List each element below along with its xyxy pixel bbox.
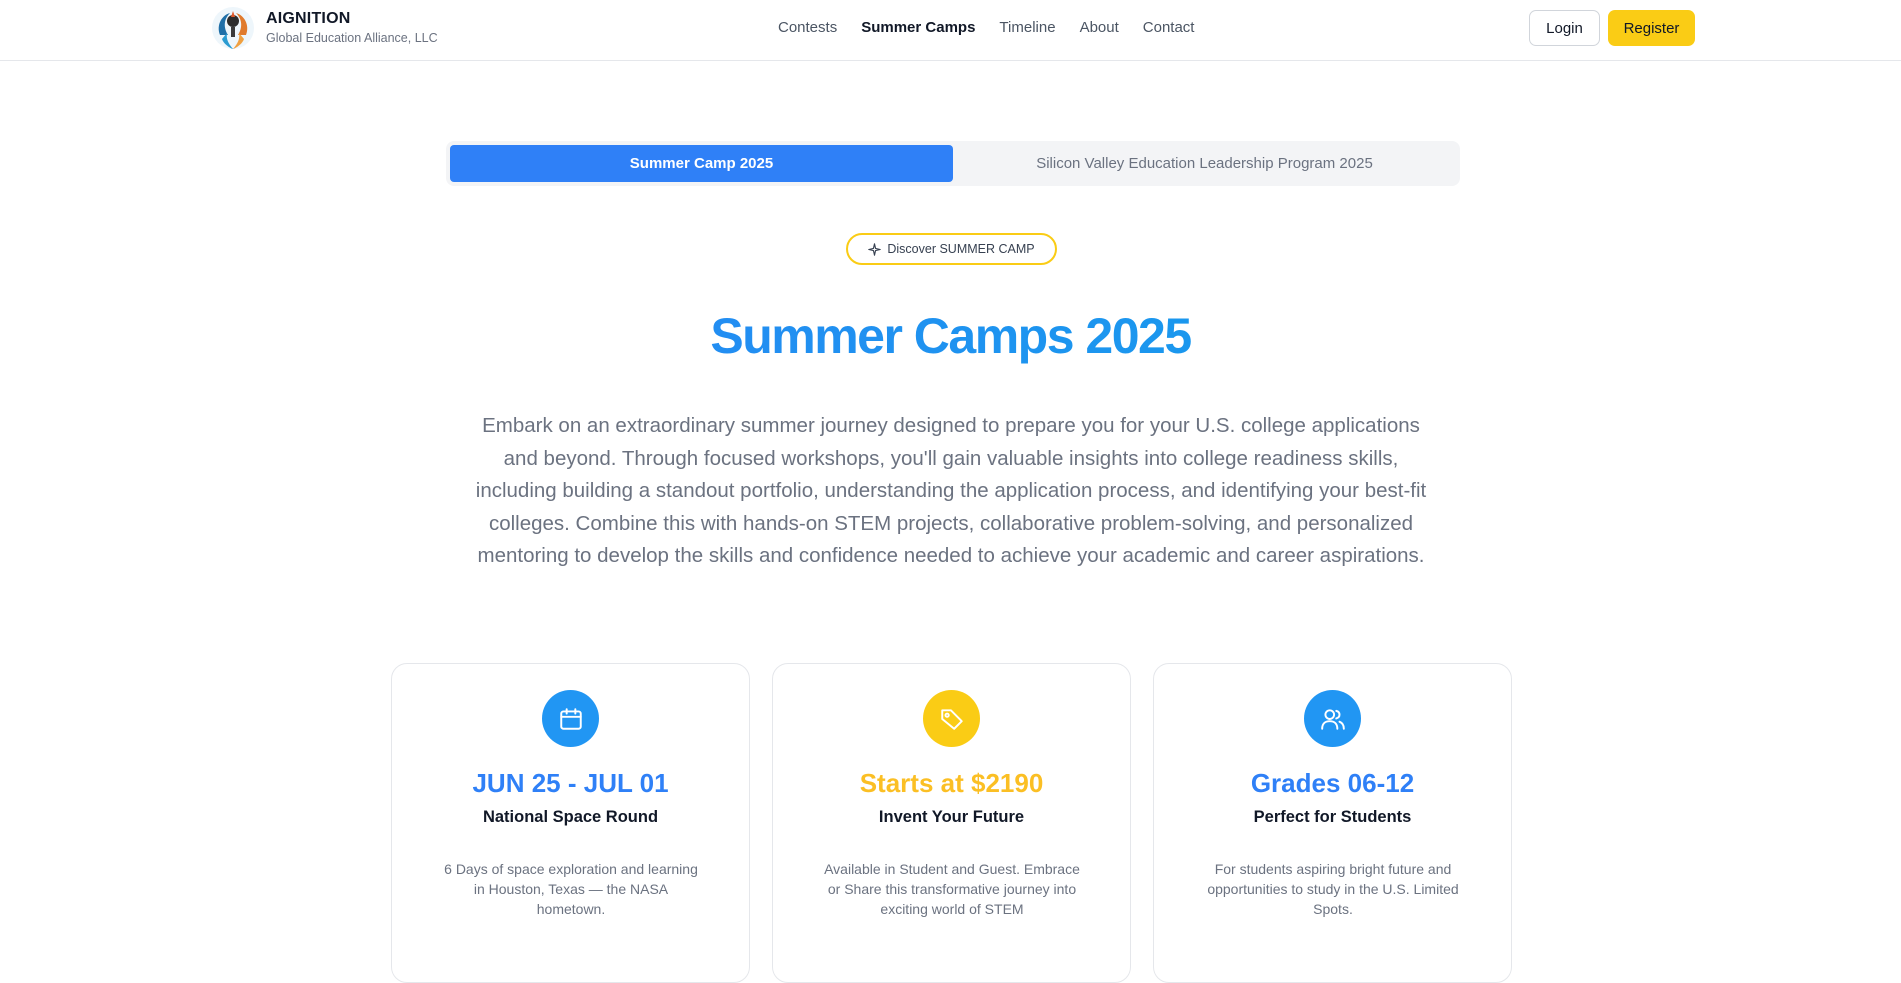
card-headline: JUN 25 - JUL 01 <box>472 768 669 798</box>
logo-icon <box>210 5 256 51</box>
sparkle-icon <box>868 242 882 256</box>
nav-item-timeline[interactable]: Timeline <box>999 17 1055 39</box>
hero-description: Embark on an extraordinary summer journe… <box>475 414 1427 567</box>
program-tabs: Summer Camp 2025 Silicon Valley Educatio… <box>446 141 1460 186</box>
site-header: AIGNITION Global Education Alliance, LLC… <box>0 0 1901 61</box>
info-card-dates: JUN 25 - JUL 01 National Space Round 6 D… <box>391 663 750 983</box>
page-title: Summer Camps 2025 <box>0 300 1901 372</box>
badge-label: Discover SUMMER CAMP <box>887 242 1035 256</box>
card-subtitle: Perfect for Students <box>1253 808 1412 826</box>
brand-name: AIGNITION <box>266 10 351 27</box>
info-card-price: Starts at $2190 Invent Your Future Avail… <box>772 663 1131 983</box>
card-body: Available in Student and Guest. Embrace … <box>824 861 1080 917</box>
card-body: For students aspiring bright future and … <box>1207 861 1459 917</box>
nav-item-about[interactable]: About <box>1080 17 1119 39</box>
card-body: 6 Days of space exploration and learning… <box>444 861 698 917</box>
main-nav: Contests Summer Camps Timeline About Con… <box>778 17 1218 39</box>
card-headline: Grades 06-12 <box>1250 768 1415 798</box>
login-button[interactable]: Login <box>1529 10 1600 46</box>
info-card-grades: Grades 06-12 Perfect for Students For st… <box>1153 663 1512 983</box>
brand[interactable]: AIGNITION Global Education Alliance, LLC <box>210 5 438 51</box>
tab-summer-camp-2025[interactable]: Summer Camp 2025 <box>450 145 953 182</box>
card-subtitle: Invent Your Future <box>878 808 1025 826</box>
tab-silicon-valley-program[interactable]: Silicon Valley Education Leadership Prog… <box>953 145 1456 182</box>
tag-icon <box>923 690 980 747</box>
register-button[interactable]: Register <box>1608 10 1695 46</box>
card-headline: Starts at $2190 <box>859 768 1044 798</box>
card-subtitle: National Space Round <box>482 808 659 826</box>
calendar-icon <box>542 690 599 747</box>
users-icon <box>1304 690 1361 747</box>
nav-item-contact[interactable]: Contact <box>1143 17 1195 39</box>
nav-item-contests[interactable]: Contests <box>778 17 837 39</box>
nav-item-summer-camps[interactable]: Summer Camps <box>861 17 975 39</box>
brand-subtitle: Global Education Alliance, LLC <box>266 31 438 45</box>
discover-badge: Discover SUMMER CAMP <box>846 233 1057 265</box>
